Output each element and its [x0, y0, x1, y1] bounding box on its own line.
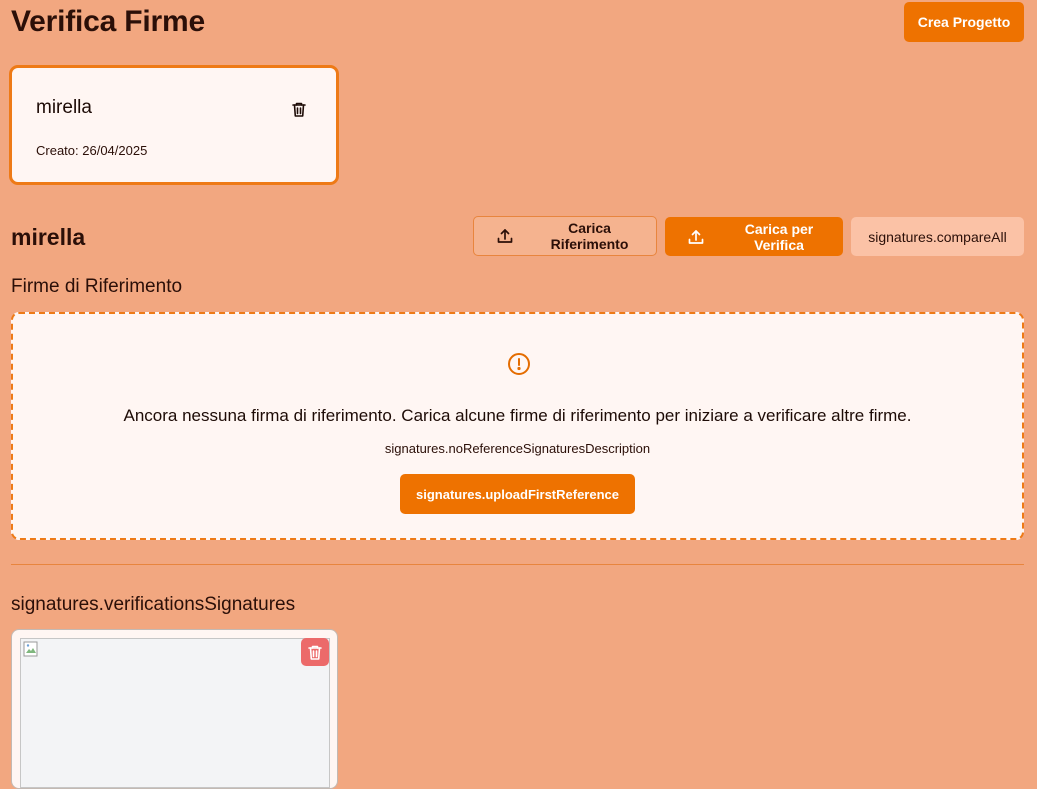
upload-verification-button[interactable]: Carica per Verifica: [665, 217, 843, 256]
upload-reference-label: Carica Riferimento: [550, 220, 629, 252]
trash-icon[interactable]: [301, 638, 329, 666]
reference-empty-state: Ancora nessuna firma di riferimento. Car…: [11, 312, 1024, 540]
verification-signatures-title: signatures.verificationsSignatures: [11, 594, 296, 615]
signature-image: [20, 638, 330, 788]
create-project-button[interactable]: Crea Progetto: [904, 2, 1024, 42]
project-card[interactable]: mirella Creato: 26/04/2025: [9, 65, 339, 185]
reference-signatures-title: Firme di Riferimento: [11, 276, 183, 297]
upload-verification-label: Carica per Verifica: [744, 220, 814, 253]
upload-reference-button[interactable]: Carica Riferimento: [473, 216, 657, 256]
upload-icon: [496, 227, 514, 245]
empty-state-description: signatures.noReferenceSignaturesDescript…: [384, 441, 651, 456]
project-created-date: Creato: 26/04/2025: [36, 143, 148, 158]
signature-card[interactable]: [11, 629, 338, 789]
project-title: mirella: [11, 224, 86, 250]
alert-circle-icon: [506, 351, 532, 377]
trash-icon[interactable]: [289, 99, 309, 119]
divider: [11, 564, 1024, 565]
compare-all-button[interactable]: signatures.compareAll: [851, 217, 1024, 256]
broken-image-icon: [23, 641, 39, 657]
upload-icon: [687, 228, 705, 246]
empty-state-title: Ancora nessuna firma di riferimento. Car…: [123, 406, 912, 425]
project-card-name: mirella: [36, 97, 92, 118]
page-title: Verifica Firme: [11, 5, 205, 38]
upload-first-reference-button[interactable]: signatures.uploadFirstReference: [400, 474, 635, 514]
